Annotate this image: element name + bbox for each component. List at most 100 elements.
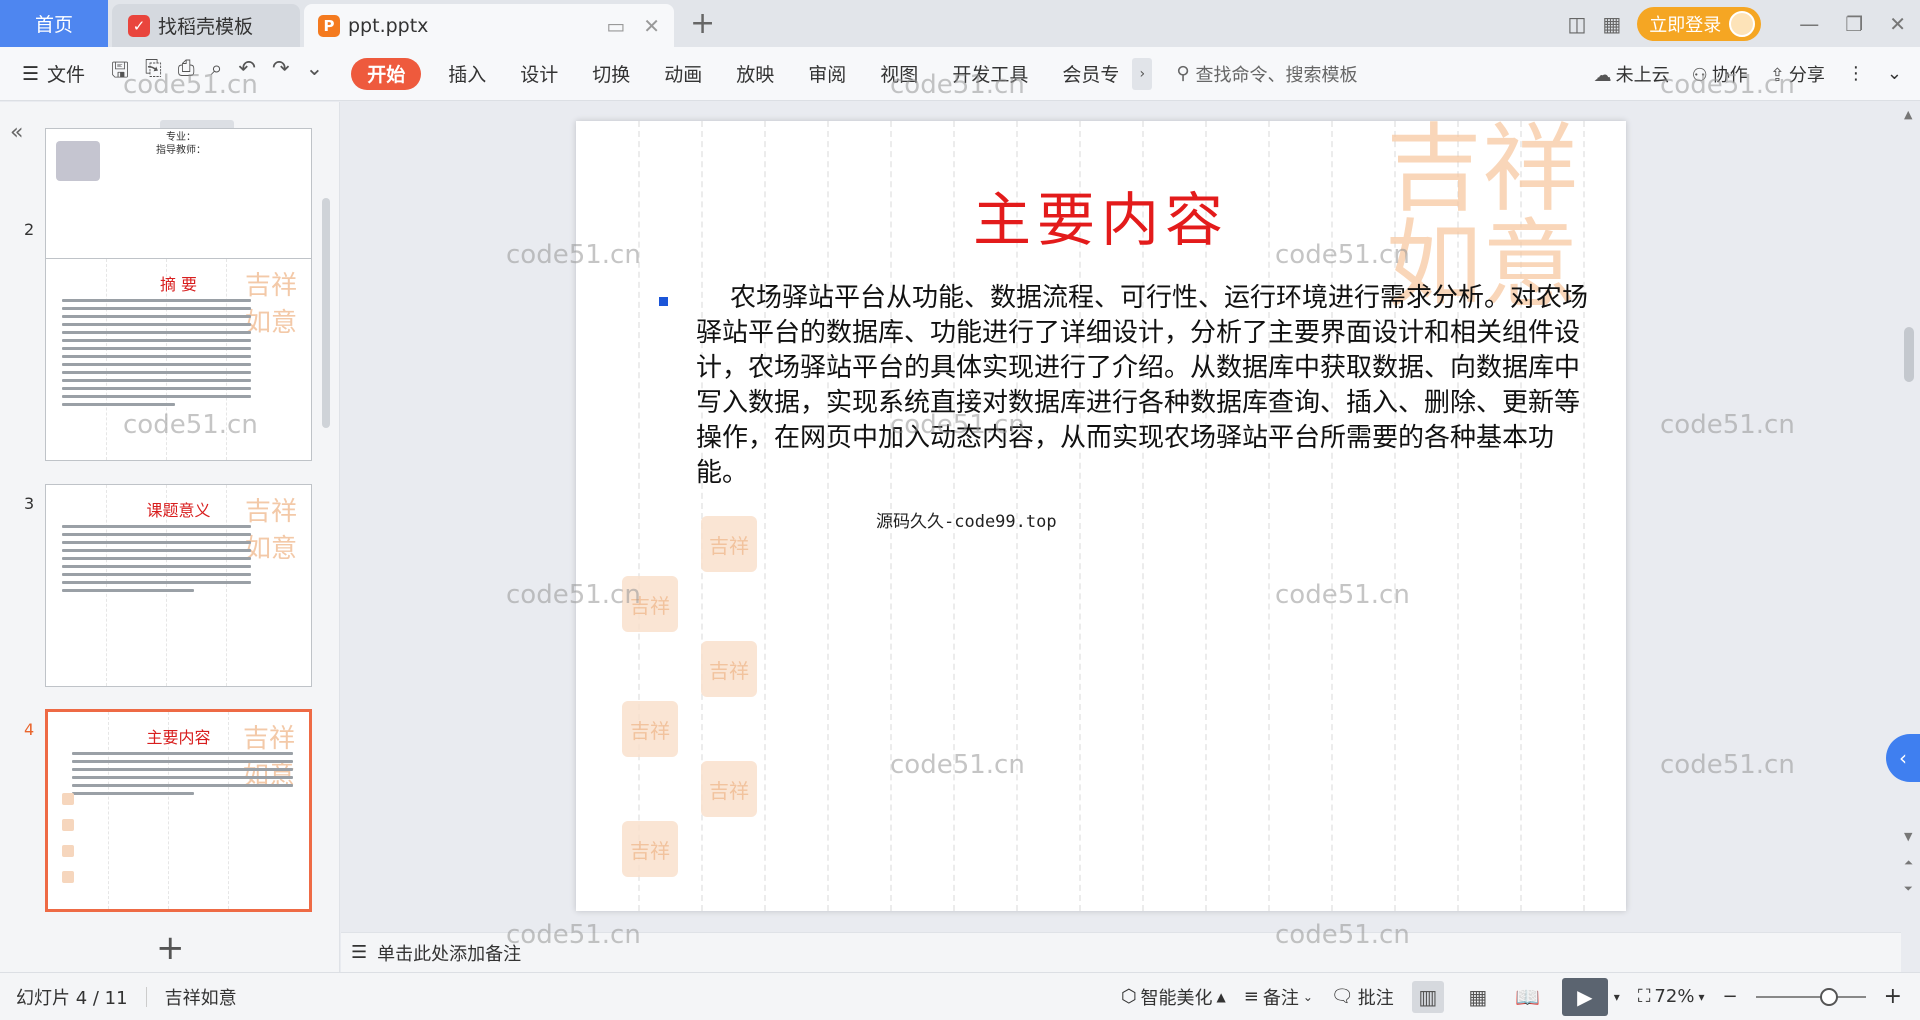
scroll-down-icon[interactable]: ▼ bbox=[1904, 830, 1912, 843]
customize-icon[interactable]: ⌄ bbox=[306, 56, 324, 91]
notes-icon: ☰ bbox=[351, 942, 368, 963]
seal-stamp-6: 吉祥 bbox=[622, 821, 678, 877]
tab-template-label: 找稻壳模板 bbox=[158, 16, 254, 38]
grid-icon[interactable]: ▦ bbox=[1602, 12, 1621, 36]
reading-view-icon[interactable]: 📖 bbox=[1512, 981, 1544, 1013]
theme-name[interactable]: 吉祥如意 bbox=[165, 984, 237, 1010]
close-window-icon[interactable]: ✕ bbox=[1889, 12, 1906, 36]
normal-view-icon[interactable]: ▥ bbox=[1411, 980, 1444, 1013]
cloud-label: 未上云 bbox=[1615, 64, 1670, 86]
redo-icon[interactable]: ↷ bbox=[272, 56, 290, 91]
play-dropdown-icon[interactable]: ▾ bbox=[1614, 990, 1620, 1004]
share-icon: ⇪ bbox=[1769, 64, 1785, 86]
slide-body-text[interactable]: 农场驿站平台从功能、数据流程、可行性、运行环境进行需求分析。对农场驿站平台的数据… bbox=[696, 281, 1596, 491]
notes-placeholder: 单击此处添加备注 bbox=[377, 943, 522, 965]
print-icon[interactable]: ⎙ bbox=[178, 56, 195, 91]
slide-number-4: 4 bbox=[24, 720, 35, 739]
menu-member[interactable]: 会员专 bbox=[1045, 58, 1136, 90]
zoom-control[interactable]: ⛶ 72% ▾ bbox=[1638, 986, 1705, 1007]
thumb-4-title: 主要内容 bbox=[146, 728, 211, 747]
thumb-3-title: 课题意义 bbox=[146, 501, 211, 520]
smart-beautify-button[interactable]: ⬡ 智能美化 ▲ bbox=[1121, 984, 1226, 1010]
seal-stamp-1: 吉祥 bbox=[701, 516, 757, 572]
new-tab-button[interactable]: + bbox=[690, 6, 715, 41]
ppt-logo-icon: P bbox=[318, 14, 340, 37]
play-slideshow-button[interactable]: ▶ bbox=[1561, 977, 1608, 1016]
next-slide-icon[interactable]: ⏷ bbox=[1904, 882, 1913, 896]
tab-template[interactable]: ✓ 找稻壳模板 bbox=[112, 4, 300, 47]
beautify-label: 智能美化 bbox=[1140, 987, 1213, 1009]
menu-review[interactable]: 审阅 bbox=[791, 58, 863, 90]
comment-button[interactable]: 🗨 批注 bbox=[1331, 984, 1394, 1010]
collapse-ribbon-icon[interactable]: ⌄ bbox=[1887, 63, 1902, 84]
docer-logo-icon: ✓ bbox=[128, 14, 150, 37]
zoom-level: 72% bbox=[1654, 986, 1695, 1007]
undo-icon[interactable]: ↶ bbox=[238, 56, 256, 91]
zoom-slider-knob[interactable] bbox=[1819, 987, 1838, 1006]
search-icon: ⚲ bbox=[1176, 63, 1190, 84]
menu-transition[interactable]: 切换 bbox=[575, 58, 647, 90]
zoom-out-icon[interactable]: − bbox=[1722, 986, 1737, 1007]
ribbon-toolbar: ☰ 文件 🖫 ⎘ ⎙ ⌕ ↶ ↷ ⌄ 开始 插入 设计 切换 动画 放映 审阅 … bbox=[0, 47, 1920, 101]
notes-bar[interactable]: ☰ 单击此处添加备注 bbox=[341, 932, 1901, 972]
close-tab-icon[interactable]: ✕ bbox=[643, 14, 660, 38]
collapse-panel-icon[interactable]: « bbox=[10, 120, 23, 145]
cloud-icon: ☁ bbox=[1593, 64, 1612, 86]
notes-toggle-icon: ≡ bbox=[1243, 986, 1259, 1007]
menu-design[interactable]: 设计 bbox=[503, 58, 575, 90]
current-slide[interactable]: 吉祥如意 吉祥 吉祥 吉祥 吉祥 吉祥 吉祥 主要内容 农场驿站平台从功能、数据… bbox=[576, 121, 1626, 911]
menu-home[interactable]: 开始 bbox=[351, 57, 422, 90]
avatar bbox=[1729, 10, 1756, 37]
hamburger-icon: ☰ bbox=[22, 62, 40, 85]
slide-thumbnail-2[interactable]: 吉祥如意 摘 要 bbox=[45, 258, 312, 461]
menu-slideshow[interactable]: 放映 bbox=[719, 58, 791, 90]
command-search[interactable]: ⚲ 查找命令、搜索模板 bbox=[1176, 61, 1357, 87]
sorter-view-icon[interactable]: ▦ bbox=[1462, 981, 1494, 1013]
user-icon: ⚇ bbox=[1691, 64, 1708, 86]
prev-slide-icon[interactable]: ⏶ bbox=[1904, 856, 1913, 870]
minimize-icon[interactable]: — bbox=[1799, 12, 1819, 36]
layout-icon[interactable]: ◫ bbox=[1567, 12, 1586, 36]
thumb-2-title: 摘 要 bbox=[159, 275, 198, 294]
seal-stamp-5: 吉祥 bbox=[701, 761, 757, 817]
menu-more-icon[interactable]: › bbox=[1132, 57, 1153, 90]
panel-scrollbar[interactable] bbox=[322, 198, 330, 428]
slide-thumbnail-3[interactable]: 吉祥如意 课题意义 bbox=[45, 484, 312, 687]
notes-label: 备注 bbox=[1262, 987, 1299, 1009]
source-note[interactable]: 源码久久-code99.top bbox=[876, 507, 1057, 532]
slide-thumbnail-4[interactable]: 吉祥如意 主要内容 bbox=[45, 709, 312, 912]
window-icon[interactable]: ▭ bbox=[606, 14, 625, 38]
slide-title[interactable]: 主要内容 bbox=[576, 173, 1626, 257]
more-options-icon[interactable]: ⋮ bbox=[1847, 63, 1865, 84]
add-slide-button[interactable]: + bbox=[156, 928, 185, 968]
zoom-in-icon[interactable]: + bbox=[1884, 984, 1902, 1009]
scroll-thumb[interactable] bbox=[1904, 327, 1914, 382]
menu-insert[interactable]: 插入 bbox=[431, 58, 503, 90]
restore-icon[interactable]: ❐ bbox=[1845, 12, 1863, 36]
menu-developer[interactable]: 开发工具 bbox=[935, 58, 1045, 90]
cloud-status[interactable]: ☁ 未上云 bbox=[1594, 61, 1670, 87]
collab-button[interactable]: ⚇ 协作 bbox=[1692, 61, 1748, 87]
menu-animation[interactable]: 动画 bbox=[647, 58, 719, 90]
file-label: 文件 bbox=[47, 64, 86, 86]
login-button[interactable]: 立即登录 bbox=[1637, 6, 1762, 41]
preview-icon[interactable]: ⌕ bbox=[211, 56, 223, 91]
share-button[interactable]: ⇪ 分享 bbox=[1770, 61, 1825, 87]
menu-view[interactable]: 视图 bbox=[863, 58, 935, 90]
canvas-scrollbar[interactable]: ▲ ▼ ⏶ ⏷ bbox=[1902, 102, 1916, 932]
scroll-up-icon[interactable]: ▲ bbox=[1904, 108, 1912, 121]
fit-icon[interactable]: ⛶ bbox=[1638, 986, 1651, 1007]
comment-icon: 🗨 bbox=[1330, 986, 1354, 1007]
export-icon[interactable]: ⎘ bbox=[145, 56, 162, 91]
notes-button[interactable]: ≡ 备注 ⌄ bbox=[1244, 984, 1313, 1010]
slide-thumbnail-1[interactable]: 专业： 指导教师： bbox=[45, 128, 312, 264]
thumb-1-seal bbox=[56, 141, 100, 181]
seal-stamp-4: 吉祥 bbox=[622, 701, 678, 757]
file-menu[interactable]: ☰ 文件 bbox=[22, 60, 85, 87]
share-label: 分享 bbox=[1788, 64, 1825, 86]
save-icon[interactable]: 🖫 bbox=[111, 56, 129, 91]
beautify-icon: ⬡ bbox=[1120, 986, 1137, 1007]
tab-home[interactable]: 首页 bbox=[0, 0, 108, 47]
zoom-slider[interactable] bbox=[1755, 987, 1866, 1006]
tab-document[interactable]: P ppt.pptx ▭ ✕ bbox=[304, 4, 674, 47]
